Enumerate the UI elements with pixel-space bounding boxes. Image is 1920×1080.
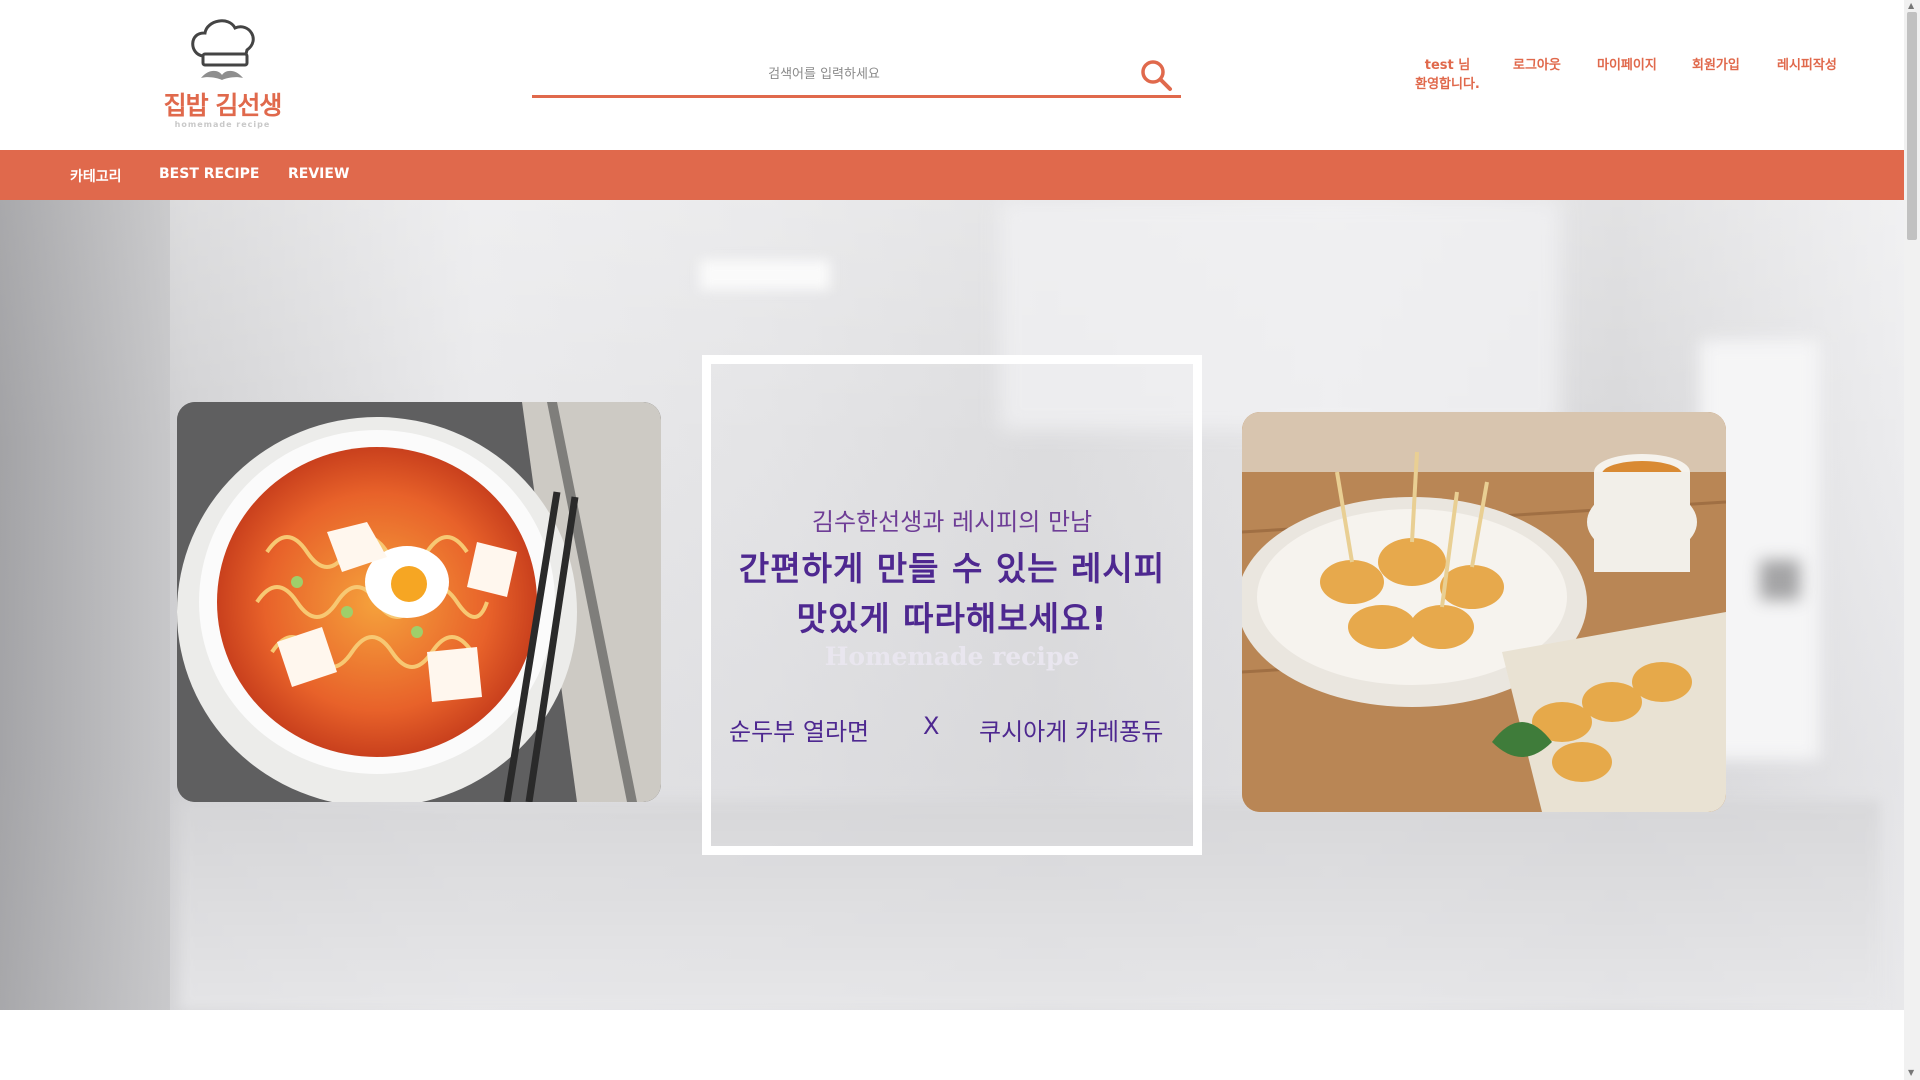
skewers-image[interactable]: [1242, 412, 1726, 812]
signup-link[interactable]: 회원가입: [1692, 54, 1740, 73]
welcome-message: test 님 환영합니다.: [1400, 56, 1495, 94]
welcome-username: test 님: [1424, 58, 1471, 73]
logout-link[interactable]: 로그아웃: [1513, 54, 1561, 73]
kitchen-dark-spot: [1760, 560, 1800, 600]
promo-line-2: 간편하게 만들 수 있는 레시피: [738, 549, 1166, 588]
hero-promo-card: 김수한선생과 레시피의 만남 간편하게 만들 수 있는 레시피 맛있게 따라해보…: [702, 355, 1202, 855]
category-bar: 카테고리 BEST RECIPE REVIEW: [0, 150, 1904, 200]
user-nav: test 님 환영합니다. 로그아웃 마이페이지 회원가입 레시피작성: [1400, 54, 1860, 104]
chef-hat-icon: [191, 19, 255, 80]
kitchen-bg-left: [0, 200, 170, 1010]
page-scrollbar[interactable]: ▲ ▼: [1904, 0, 1920, 1080]
fried-skewers-illustration: [1242, 412, 1726, 812]
promo-homemade-recipe: Homemade recipe: [824, 642, 1080, 671]
scroll-thumb[interactable]: [1907, 12, 1917, 240]
scroll-down-icon[interactable]: ▼: [1908, 1068, 1914, 1077]
search-bar: [532, 52, 1181, 98]
write-recipe-link[interactable]: 레시피작성: [1777, 54, 1837, 73]
welcome-text: 환영합니다.: [1415, 77, 1480, 92]
promo-dish-left[interactable]: 순두부 열라면: [729, 712, 869, 747]
nav-best-recipe[interactable]: BEST RECIPE: [159, 166, 259, 182]
search-icon[interactable]: [1139, 58, 1173, 92]
nav-category[interactable]: 카테고리: [70, 166, 122, 186]
search-input[interactable]: [532, 58, 1116, 90]
logo-title: 집밥 김선생: [163, 91, 283, 120]
promo-dish-right[interactable]: 쿠시아게 카레퐁듀: [979, 712, 1163, 747]
hero-banner: 김수한선생과 레시피의 만남 간편하게 만들 수 있는 레시피 맛있게 따라해보…: [0, 200, 1904, 1010]
ceiling-light: [700, 260, 830, 290]
scroll-up-icon[interactable]: ▲: [1908, 1, 1914, 10]
site-logo[interactable]: 집밥 김선생 homemade recipe: [155, 18, 290, 133]
ramen-bowl-illustration: [177, 402, 661, 802]
nav-review[interactable]: REVIEW: [288, 166, 349, 182]
site-header: 집밥 김선생 homemade recipe test 님 환영합니다. 로그아…: [0, 0, 1904, 150]
ramen-image[interactable]: [177, 402, 661, 802]
promo-line-3: 맛있게 따라해보세요!: [796, 599, 1108, 638]
logo-tagline: homemade recipe: [174, 120, 271, 129]
mypage-link[interactable]: 마이페이지: [1597, 54, 1657, 73]
promo-line-1: 김수한선생과 레시피의 만남: [811, 508, 1093, 536]
promo-separator: X: [923, 712, 940, 740]
